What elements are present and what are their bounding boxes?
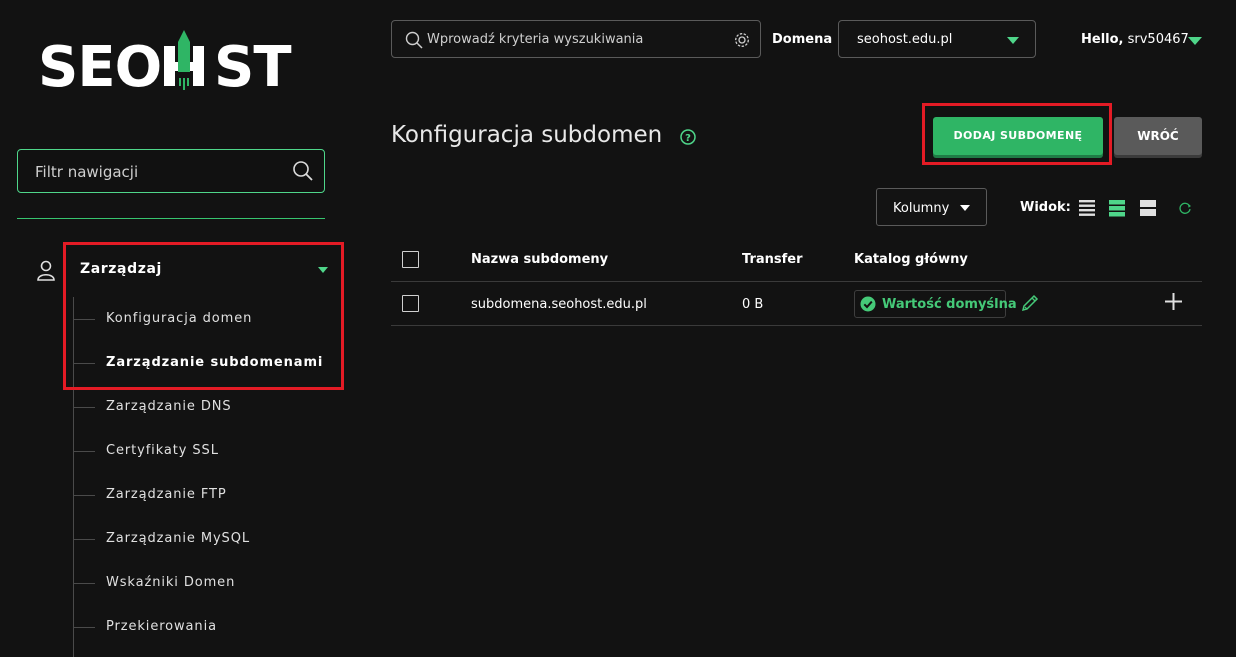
tree-branch bbox=[73, 583, 95, 584]
sidebar-item-label: Zarządzanie FTP bbox=[106, 487, 227, 502]
gear-icon[interactable] bbox=[733, 31, 751, 49]
sidebar-item-redirects[interactable]: Przekierowania bbox=[73, 605, 333, 649]
user-menu[interactable]: Hello, srv50467 bbox=[1081, 32, 1189, 47]
sidebar-item-ftp[interactable]: Zarządzanie FTP bbox=[73, 473, 333, 517]
view-wide-icon[interactable] bbox=[1139, 199, 1157, 217]
column-header-transfer[interactable]: Transfer bbox=[742, 252, 803, 267]
row-checkbox[interactable] bbox=[402, 295, 419, 312]
sidebar-item-ssl[interactable]: Certyfikaty SSL bbox=[73, 429, 333, 473]
tree-branch bbox=[73, 539, 95, 540]
pencil-icon[interactable] bbox=[1019, 292, 1041, 314]
tree-branch bbox=[73, 495, 95, 496]
view-label: Widok: bbox=[1020, 200, 1071, 215]
columns-label: Kolumny bbox=[893, 201, 950, 216]
sidebar-item-label: Zarządzanie DNS bbox=[106, 399, 232, 414]
root-dir-badge: Wartość domyślna bbox=[854, 290, 1017, 318]
tree-branch bbox=[73, 407, 95, 408]
transfer-value: 0 B bbox=[742, 297, 764, 312]
sidebar-item-label: Certyfikaty SSL bbox=[106, 443, 219, 458]
sidebar-item-label: Wskaźniki Domen bbox=[106, 575, 236, 590]
svg-text:?: ? bbox=[685, 133, 691, 144]
svg-text:SEO: SEO bbox=[38, 35, 161, 98]
subdomain-name[interactable]: subdomena.seohost.edu.pl bbox=[471, 297, 647, 312]
page-title: Konfiguracja subdomen bbox=[391, 122, 663, 148]
column-header-root-dir[interactable]: Katalog główny bbox=[854, 252, 968, 267]
tree-branch bbox=[73, 451, 95, 452]
plus-icon[interactable] bbox=[1164, 292, 1183, 311]
chevron-down-icon bbox=[960, 205, 970, 211]
sidebar: SEO ST Filtr nawigacji Zarządzaj Konfigu… bbox=[0, 0, 345, 657]
column-header-name[interactable]: Nazwa subdomeny bbox=[471, 252, 608, 267]
svg-text:ST: ST bbox=[214, 35, 291, 98]
back-button[interactable]: WRÓĆ bbox=[1114, 117, 1202, 155]
domain-select[interactable]: seohost.edu.pl bbox=[838, 20, 1036, 58]
columns-dropdown[interactable]: Kolumny bbox=[876, 188, 987, 226]
sidebar-item-label: Przekierowania bbox=[106, 619, 217, 634]
tree-branch bbox=[73, 627, 95, 628]
sidebar-item-mysql[interactable]: Zarządzanie MySQL bbox=[73, 517, 333, 561]
search-placeholder: Wprowadź kryteria wyszukiwania bbox=[427, 32, 644, 47]
row-divider bbox=[391, 325, 1202, 326]
chevron-down-icon[interactable] bbox=[1188, 37, 1202, 45]
highlight-box-add bbox=[922, 103, 1112, 165]
search-icon bbox=[405, 31, 423, 49]
sidebar-item-label: Zarządzanie MySQL bbox=[106, 531, 250, 546]
chevron-down-icon bbox=[1007, 37, 1019, 44]
header-divider bbox=[391, 281, 1202, 282]
sidebar-item-dns[interactable]: Zarządzanie DNS bbox=[73, 385, 333, 429]
domain-label: Domena bbox=[772, 32, 833, 47]
seohost-logo[interactable]: SEO ST bbox=[38, 28, 308, 98]
search-icon bbox=[293, 161, 313, 181]
nav-filter-placeholder: Filtr nawigacji bbox=[35, 163, 139, 181]
check-circle-icon bbox=[860, 296, 876, 312]
user-icon bbox=[37, 260, 55, 281]
domain-select-value: seohost.edu.pl bbox=[857, 32, 953, 47]
sidebar-divider bbox=[17, 218, 325, 219]
highlight-box-nav bbox=[63, 242, 344, 390]
sidebar-item-domain-metrics[interactable]: Wskaźniki Domen bbox=[73, 561, 333, 605]
nav-filter-input[interactable]: Filtr nawigacji bbox=[17, 149, 325, 193]
root-dir-value: Wartość domyślna bbox=[882, 297, 1017, 312]
refresh-icon[interactable] bbox=[1178, 201, 1192, 215]
view-compact-icon[interactable] bbox=[1078, 199, 1096, 217]
hello-prefix: Hello, bbox=[1081, 32, 1124, 47]
view-normal-icon[interactable] bbox=[1108, 199, 1126, 217]
select-all-checkbox[interactable] bbox=[402, 251, 419, 268]
username: srv50467 bbox=[1127, 32, 1189, 47]
search-input[interactable]: Wprowadź kryteria wyszukiwania bbox=[391, 20, 761, 58]
help-icon[interactable]: ? bbox=[680, 129, 696, 145]
